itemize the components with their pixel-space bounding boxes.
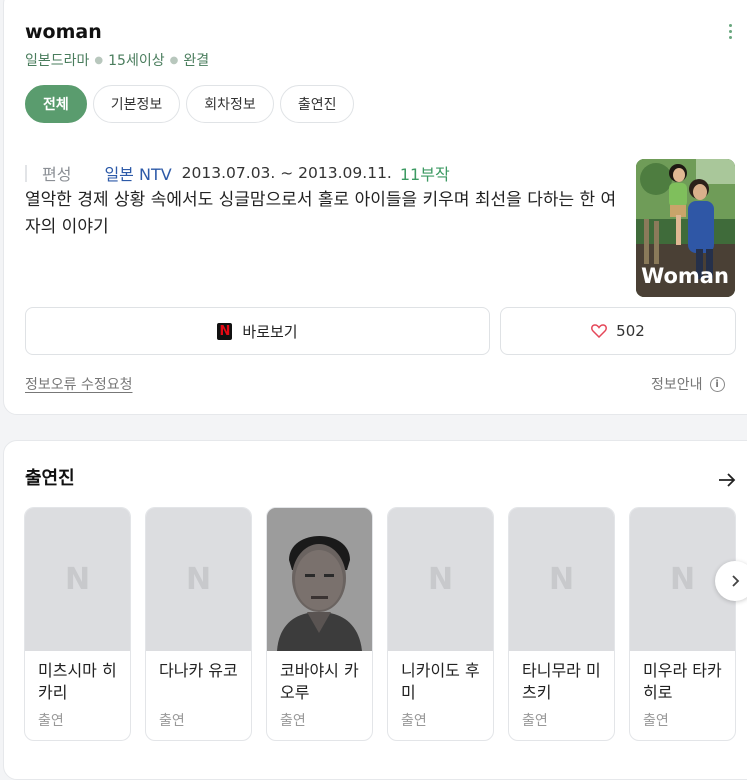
cast-item[interactable]: N 다나카 유코 출연 xyxy=(145,507,252,741)
like-button[interactable]: 502 xyxy=(500,307,736,355)
separator-dot: ● xyxy=(94,55,104,66)
cast-role: 출연 xyxy=(643,713,669,729)
episode-count[interactable]: 11부작 xyxy=(400,161,450,185)
drama-description: 열악한 경제 상황 속에서도 싱글맘으로서 홀로 아이들을 키우며 최선을 다하… xyxy=(25,190,617,237)
tab-cast[interactable]: 출연진 xyxy=(279,85,355,123)
tab-basic-info[interactable]: 기본정보 xyxy=(92,85,181,123)
cast-role: 출연 xyxy=(401,713,427,729)
netflix-icon: N xyxy=(217,322,233,340)
cast-section-title: 출연진 xyxy=(25,468,75,489)
broadcast-period: 2013.07.03. ~ 2013.09.11. xyxy=(181,164,392,182)
info-icon: i xyxy=(709,376,725,392)
cast-card: 출연진 N 미츠시마 히카리 출연 N 다나카 유코 출연 코바야시 카오루 출… xyxy=(3,440,747,780)
tab-all[interactable]: 전체 xyxy=(25,85,87,123)
like-count: 502 xyxy=(616,322,645,340)
drama-title: woman xyxy=(25,21,102,43)
naver-placeholder-icon: N xyxy=(427,562,454,597)
watch-button[interactable]: N 바로보기 xyxy=(25,307,490,355)
drama-info-card: woman 일본드라마 ● 15세이상 ● 완결 전체 기본정보 회차정보 출연진 편성… xyxy=(3,0,747,415)
report-error-link[interactable]: 정보오류 수정요청 xyxy=(25,374,133,394)
cast-name: 니카이도 후미 xyxy=(401,661,480,702)
broadcast-info: 편성 일본 NTV 2013.07.03. ~ 2013.09.11. 11부작 xyxy=(25,162,450,184)
cast-role: 출연 xyxy=(522,713,548,729)
naver-placeholder-icon: N xyxy=(64,562,91,597)
broadcast-channel[interactable]: 일본 NTV xyxy=(104,161,171,185)
broadcast-label: 편성 xyxy=(42,165,72,184)
naver-placeholder-icon: N xyxy=(669,562,696,597)
arrow-right-icon[interactable] xyxy=(717,470,737,490)
more-vertical-icon[interactable] xyxy=(728,24,734,42)
cast-name: 미우라 타카히로 xyxy=(643,661,722,702)
meta-genre: 일본드라마 xyxy=(25,53,90,69)
cast-name: 코바야시 카오루 xyxy=(280,661,359,702)
cast-role: 출연 xyxy=(159,713,185,729)
cast-name: 타니무라 미츠키 xyxy=(522,661,601,702)
carousel-next-button[interactable] xyxy=(715,561,747,601)
drama-poster[interactable]: Woman xyxy=(636,159,735,297)
cast-name: 미츠시마 히카리 xyxy=(38,661,117,702)
cast-item[interactable]: N 미츠시마 히카리 출연 xyxy=(24,507,131,741)
poster-title: Woman xyxy=(641,264,729,288)
drama-meta: 일본드라마 ● 15세이상 ● 완결 xyxy=(25,50,209,70)
chevron-right-icon xyxy=(732,575,740,587)
cast-role: 출연 xyxy=(280,713,306,729)
cast-photo-placeholder: N xyxy=(146,508,251,651)
watch-button-label: 바로보기 xyxy=(242,322,298,341)
meta-rating: 15세이상 xyxy=(108,53,165,69)
meta-status: 완결 xyxy=(183,53,210,69)
cast-item[interactable]: N 미우라 타카히로 출연 xyxy=(629,507,736,741)
cast-photo xyxy=(267,508,372,651)
naver-placeholder-icon: N xyxy=(185,562,212,597)
info-guide-label: 정보안내 xyxy=(651,377,703,393)
cast-item[interactable]: N 타니무라 미츠키 출연 xyxy=(508,507,615,741)
tab-episodes[interactable]: 회차정보 xyxy=(186,85,274,123)
cast-item[interactable]: 코바야시 카오루 출연 xyxy=(266,507,373,741)
separator-dot: ● xyxy=(169,55,179,66)
divider xyxy=(25,164,27,182)
cast-name: 다나카 유코 xyxy=(159,661,238,680)
heart-icon xyxy=(591,324,608,338)
cast-role: 출연 xyxy=(38,713,64,729)
cast-item[interactable]: N 니카이도 후미 출연 xyxy=(387,507,494,741)
cast-photo-placeholder: N xyxy=(388,508,493,651)
cast-list: N 미츠시마 히카리 출연 N 다나카 유코 출연 코바야시 카오루 출연 N … xyxy=(24,507,747,741)
cast-photo-placeholder: N xyxy=(25,508,130,651)
tab-bar: 전체 기본정보 회차정보 출연진 xyxy=(25,85,360,123)
cast-photo-placeholder: N xyxy=(509,508,614,651)
naver-placeholder-icon: N xyxy=(548,562,575,597)
info-guide[interactable]: 정보안내 i xyxy=(651,374,725,394)
